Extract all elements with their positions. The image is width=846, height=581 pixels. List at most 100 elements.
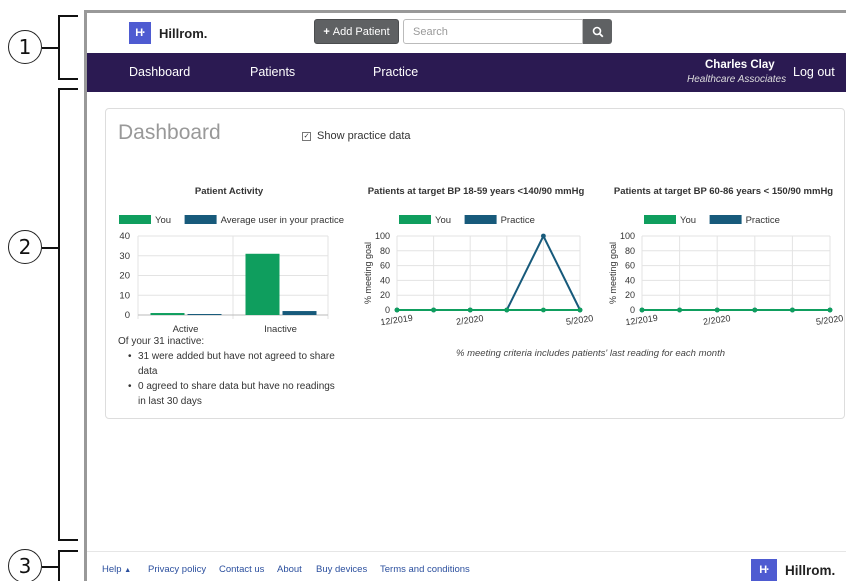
y-tick-label: 0 (630, 305, 635, 315)
legend-label-1: Practice (746, 215, 780, 226)
add-patient-label: Add Patient (332, 25, 390, 38)
show-practice-toggle[interactable]: ✓ Show practice data (302, 130, 411, 142)
chart-title: Patients at target BP 18-59 years <140/9… (368, 186, 585, 197)
footer: Help ▲ Privacy policy Contact us About B… (87, 551, 846, 581)
footer-terms[interactable]: Terms and conditions (380, 564, 470, 575)
screenshot-root: 1 2 3 H· Hillrom. + Add Patient Search D… (0, 0, 846, 581)
footer-privacy-policy[interactable]: Privacy policy (148, 564, 206, 575)
callout-3-bracket (58, 550, 60, 581)
callout-2-bracket (58, 88, 60, 540)
y-tick-label: 20 (380, 290, 390, 300)
footer-about[interactable]: About (277, 564, 302, 575)
footer-buy-devices[interactable]: Buy devices (316, 564, 367, 575)
x-tick-label: 5/2020 (565, 313, 594, 327)
y-tick-label: 10 (119, 290, 130, 301)
legend-swatch-0 (119, 215, 151, 224)
data-point-practice (541, 233, 546, 239)
data-point-you (827, 307, 833, 313)
legend-swatch-0 (644, 215, 676, 224)
inactive-note-item: 0 agreed to share data but have no readi… (118, 379, 338, 409)
data-point-you (790, 307, 795, 313)
top-bar: H· Hillrom. + Add Patient (87, 13, 846, 53)
callout-1-bracket-bottom (58, 78, 78, 80)
x-tick-label: 5/2020 (815, 313, 844, 327)
data-point-you (394, 307, 400, 313)
callout-2-bracket-bottom (58, 539, 78, 541)
bar-active-1 (187, 314, 222, 315)
callout-3-bracket-top (58, 550, 78, 552)
data-point-you (677, 307, 682, 313)
legend-label-0: You (435, 215, 451, 226)
search-icon (592, 26, 603, 37)
bar-active-0 (150, 313, 185, 315)
x-tick-label: 2/2020 (455, 313, 484, 327)
y-tick-label: 60 (380, 261, 390, 271)
y-tick-label: 100 (620, 231, 635, 241)
y-tick-label: 0 (125, 310, 130, 321)
caret-up-icon: ▲ (124, 567, 132, 574)
legend-swatch-1 (709, 215, 742, 224)
plus-icon: + (323, 25, 330, 38)
brand-name: Hillrom. (159, 25, 208, 41)
y-tick-label: 40 (625, 275, 635, 285)
callout-1-bracket-top (58, 15, 78, 17)
legend-swatch-1 (464, 215, 497, 224)
y-tick-label: 20 (119, 271, 130, 282)
inactive-note-list: 31 were added but have not agreed to sha… (118, 349, 338, 409)
legend-swatch-1 (184, 215, 217, 224)
chart-caption: % meeting criteria includes patients' la… (456, 348, 726, 359)
logout-link[interactable]: Log out (793, 65, 835, 79)
callout-2: 2 (8, 230, 42, 264)
add-patient-button[interactable]: + Add Patient (314, 19, 399, 44)
series-line-practice (397, 233, 581, 311)
inactive-note-item: 31 were added but have not agreed to sha… (118, 349, 338, 379)
brand-logo[interactable]: H· Hillrom. (129, 22, 207, 44)
data-point-you (714, 307, 720, 313)
inactive-note-heading: Of your 31 inactive: (118, 336, 205, 347)
legend-label-1: Practice (501, 215, 535, 226)
legend-label-0: You (680, 215, 696, 226)
y-tick-label: 40 (380, 275, 390, 285)
y-tick-label: 30 (119, 251, 130, 262)
user-name[interactable]: Charles Clay (705, 59, 775, 71)
callout-3-leader (42, 566, 58, 568)
hillrom-logo-icon: H· (751, 559, 777, 581)
data-point-you (639, 307, 645, 313)
footer-contact-us[interactable]: Contact us (219, 564, 264, 575)
data-point-you (504, 307, 510, 313)
nav-practice[interactable]: Practice (373, 65, 418, 79)
app-window: H· Hillrom. + Add Patient Dashboard Pati… (84, 10, 846, 581)
legend-label-0: You (155, 215, 171, 226)
show-practice-label: Show practice data (317, 130, 411, 142)
show-practice-checkbox[interactable]: ✓ (302, 131, 311, 141)
footer-brand-logo: H· Hillrom. (751, 559, 835, 581)
inactive-note: Of your 31 inactive: 31 were added but h… (118, 334, 338, 409)
footer-help[interactable]: Help ▲ (102, 564, 131, 575)
legend-swatch-0 (399, 215, 431, 224)
bar-inactive-1 (282, 311, 317, 315)
data-point-you (577, 307, 583, 313)
data-point-you (752, 307, 758, 313)
data-point-you (467, 307, 473, 313)
x-tick-label: 2/2020 (702, 313, 731, 327)
nav-patients[interactable]: Patients (250, 65, 295, 79)
footer-help-label: Help (102, 564, 122, 575)
page-title: Dashboard (118, 121, 221, 144)
main-nav: Dashboard Patients Practice Charles Clay… (87, 53, 846, 92)
footer-brand-name: Hillrom. (785, 562, 836, 578)
search-button[interactable] (583, 19, 612, 44)
hillrom-logo-icon: H· (129, 22, 151, 44)
bp-60-86-chart: Patients at target BP 60-86 years < 150/… (608, 186, 844, 327)
bp-18-59-chart: Patients at target BP 18-59 years <140/9… (363, 186, 594, 327)
chart-title: Patients at target BP 60-86 years < 150/… (614, 186, 833, 197)
data-point-you (431, 307, 436, 313)
search-input[interactable] (403, 19, 583, 44)
bar-inactive-0 (245, 253, 280, 315)
y-tick-label: 40 (119, 231, 130, 242)
callout-2-leader (42, 247, 58, 249)
nav-dashboard[interactable]: Dashboard (129, 65, 190, 79)
y-tick-label: 20 (625, 290, 635, 300)
dashboard-panel: Dashboard ✓ Show practice data Patient A… (105, 108, 845, 419)
y-tick-label: 60 (625, 261, 635, 271)
callout-1-bracket (58, 15, 60, 79)
